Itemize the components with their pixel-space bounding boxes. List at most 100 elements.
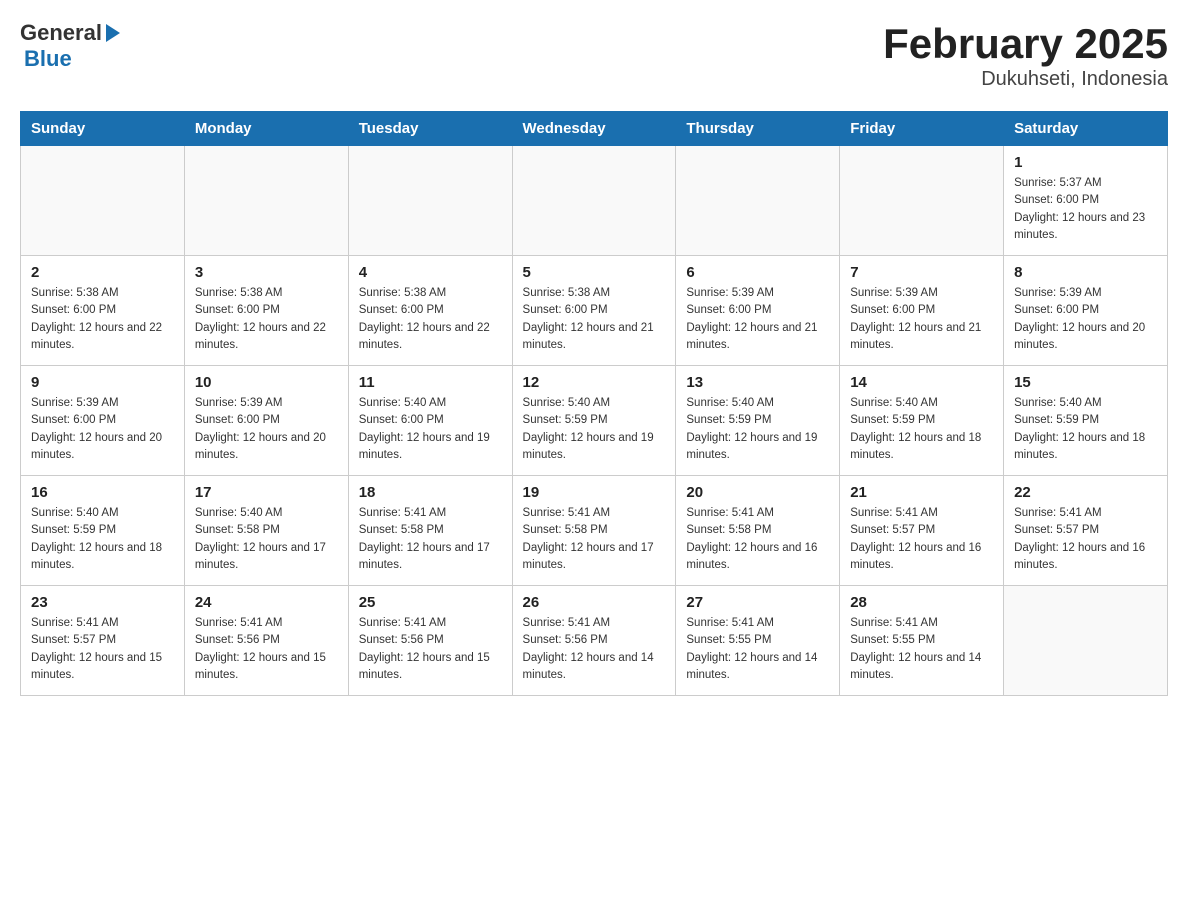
calendar-cell bbox=[676, 146, 840, 256]
day-info: Sunrise: 5:39 AMSunset: 6:00 PMDaylight:… bbox=[686, 285, 829, 354]
calendar-cell: 1 Sunrise: 5:37 AMSunset: 6:00 PMDaylight… bbox=[1004, 146, 1168, 256]
day-info: Sunrise: 5:40 AMSunset: 5:59 PMDaylight:… bbox=[523, 395, 666, 464]
day-info: Sunrise: 5:41 AMSunset: 5:55 PMDaylight:… bbox=[686, 615, 829, 684]
day-info: Sunrise: 5:41 AMSunset: 5:57 PMDaylight:… bbox=[1014, 505, 1157, 574]
day-number: 4 bbox=[359, 264, 502, 281]
day-info: Sunrise: 5:40 AMSunset: 5:58 PMDaylight:… bbox=[195, 505, 338, 574]
calendar-week-row: 9 Sunrise: 5:39 AMSunset: 6:00 PMDaylight… bbox=[21, 366, 1168, 476]
day-number: 21 bbox=[850, 484, 993, 501]
day-number: 1 bbox=[1014, 154, 1157, 171]
day-number: 2 bbox=[31, 264, 174, 281]
day-info: Sunrise: 5:41 AMSunset: 5:56 PMDaylight:… bbox=[523, 615, 666, 684]
calendar-cell: 13 Sunrise: 5:40 AMSunset: 5:59 PMDayligh… bbox=[676, 366, 840, 476]
day-info: Sunrise: 5:39 AMSunset: 6:00 PMDaylight:… bbox=[1014, 285, 1157, 354]
calendar-cell: 17 Sunrise: 5:40 AMSunset: 5:58 PMDayligh… bbox=[184, 476, 348, 586]
logo-general: General bbox=[20, 20, 102, 46]
calendar-cell: 8 Sunrise: 5:39 AMSunset: 6:00 PMDaylight… bbox=[1004, 256, 1168, 366]
calendar-week-row: 1 Sunrise: 5:37 AMSunset: 6:00 PMDaylight… bbox=[21, 146, 1168, 256]
day-info: Sunrise: 5:37 AMSunset: 6:00 PMDaylight:… bbox=[1014, 175, 1157, 244]
day-info: Sunrise: 5:41 AMSunset: 5:57 PMDaylight:… bbox=[31, 615, 174, 684]
calendar-cell: 23Sunrise: 5:41 AMSunset: 5:57 PMDayligh… bbox=[21, 586, 185, 696]
day-number: 11 bbox=[359, 374, 502, 391]
calendar-cell: 15 Sunrise: 5:40 AMSunset: 5:59 PMDayligh… bbox=[1004, 366, 1168, 476]
calendar-cell: 2Sunrise: 5:38 AMSunset: 6:00 PMDaylight… bbox=[21, 256, 185, 366]
day-info: Sunrise: 5:40 AMSunset: 5:59 PMDaylight:… bbox=[850, 395, 993, 464]
col-monday: Monday bbox=[184, 112, 348, 146]
logo-blue-text: Blue bbox=[24, 46, 72, 72]
title-section: February 2025 Dukuhseti, Indonesia bbox=[883, 20, 1168, 91]
calendar-cell: 26 Sunrise: 5:41 AMSunset: 5:56 PMDayligh… bbox=[512, 586, 676, 696]
calendar-cell: 7 Sunrise: 5:39 AMSunset: 6:00 PMDaylight… bbox=[840, 256, 1004, 366]
day-info: Sunrise: 5:41 AMSunset: 5:55 PMDaylight:… bbox=[850, 615, 993, 684]
day-info: Sunrise: 5:38 AMSunset: 6:00 PMDaylight:… bbox=[195, 285, 338, 354]
calendar-cell bbox=[348, 146, 512, 256]
day-number: 7 bbox=[850, 264, 993, 281]
day-info: Sunrise: 5:40 AMSunset: 5:59 PMDaylight:… bbox=[31, 505, 174, 574]
calendar-cell: 24 Sunrise: 5:41 AMSunset: 5:56 PMDayligh… bbox=[184, 586, 348, 696]
calendar-cell bbox=[512, 146, 676, 256]
calendar-week-row: 2 Sunrise: 5:38 AMSunset: 6:00 PMDaylight… bbox=[21, 256, 1168, 366]
day-number: 15 bbox=[1014, 374, 1157, 391]
day-number: 8 bbox=[1014, 264, 1157, 281]
calendar-cell: 6Sunrise: 5:39 AMSunset: 6:00 PMDaylight… bbox=[676, 256, 840, 366]
day-info: Sunrise: 5:40 AMSunset: 5:59 PMDaylight:… bbox=[1014, 395, 1157, 464]
calendar-cell: 5 Sunrise: 5:38 AMSunset: 6:00 PMDaylight… bbox=[512, 256, 676, 366]
calendar-table: Sunday Monday Tuesday Wednesday Thursday… bbox=[20, 111, 1168, 696]
day-number: 14 bbox=[850, 374, 993, 391]
day-info: Sunrise: 5:41 AMSunset: 5:58 PMDaylight:… bbox=[686, 505, 829, 574]
day-number: 20 bbox=[686, 484, 829, 501]
day-info: Sunrise: 5:40 AMSunset: 5:59 PMDaylight:… bbox=[686, 395, 829, 464]
calendar-cell: 20 Sunrise: 5:41 AMSunset: 5:58 PMDayligh… bbox=[676, 476, 840, 586]
calendar-cell: 21Sunrise: 5:41 AMSunset: 5:57 PMDayligh… bbox=[840, 476, 1004, 586]
calendar-cell: 25 Sunrise: 5:41 AMSunset: 5:56 PMDayligh… bbox=[348, 586, 512, 696]
day-info: Sunrise: 5:41 AMSunset: 5:56 PMDaylight:… bbox=[359, 615, 502, 684]
page-header: General Blue February 2025 Dukuhseti, In… bbox=[20, 20, 1168, 91]
calendar-cell: 27 Sunrise: 5:41 AMSunset: 5:55 PMDayligh… bbox=[676, 586, 840, 696]
calendar-week-row: 16 Sunrise: 5:40 AMSunset: 5:59 PMDayligh… bbox=[21, 476, 1168, 586]
day-info: Sunrise: 5:38 AMSunset: 6:00 PMDaylight:… bbox=[523, 285, 666, 354]
calendar-cell: 18 Sunrise: 5:41 AMSunset: 5:58 PMDayligh… bbox=[348, 476, 512, 586]
calendar-cell: 3 Sunrise: 5:38 AMSunset: 6:00 PMDaylight… bbox=[184, 256, 348, 366]
col-wednesday: Wednesday bbox=[512, 112, 676, 146]
calendar-header-row: Sunday Monday Tuesday Wednesday Thursday… bbox=[21, 112, 1168, 146]
day-info: Sunrise: 5:39 AMSunset: 6:00 PMDaylight:… bbox=[850, 285, 993, 354]
day-number: 24 bbox=[195, 594, 338, 611]
day-info: Sunrise: 5:41 AMSunset: 5:58 PMDaylight:… bbox=[359, 505, 502, 574]
day-number: 12 bbox=[523, 374, 666, 391]
day-number: 25 bbox=[359, 594, 502, 611]
calendar-cell bbox=[840, 146, 1004, 256]
day-number: 9 bbox=[31, 374, 174, 391]
calendar-cell: 10Sunrise: 5:39 AMSunset: 6:00 PMDayligh… bbox=[184, 366, 348, 476]
calendar-cell bbox=[184, 146, 348, 256]
day-info: Sunrise: 5:41 AMSunset: 5:58 PMDaylight:… bbox=[523, 505, 666, 574]
day-number: 3 bbox=[195, 264, 338, 281]
day-info: Sunrise: 5:41 AMSunset: 5:56 PMDaylight:… bbox=[195, 615, 338, 684]
day-number: 13 bbox=[686, 374, 829, 391]
col-friday: Friday bbox=[840, 112, 1004, 146]
calendar-cell: 22 Sunrise: 5:41 AMSunset: 5:57 PMDayligh… bbox=[1004, 476, 1168, 586]
day-info: Sunrise: 5:40 AMSunset: 6:00 PMDaylight:… bbox=[359, 395, 502, 464]
calendar-cell bbox=[1004, 586, 1168, 696]
day-number: 19 bbox=[523, 484, 666, 501]
calendar-cell: 28 Sunrise: 5:41 AMSunset: 5:55 PMDayligh… bbox=[840, 586, 1004, 696]
calendar-cell: 14 Sunrise: 5:40 AMSunset: 5:59 PMDayligh… bbox=[840, 366, 1004, 476]
day-number: 22 bbox=[1014, 484, 1157, 501]
day-number: 18 bbox=[359, 484, 502, 501]
col-sunday: Sunday bbox=[21, 112, 185, 146]
col-thursday: Thursday bbox=[676, 112, 840, 146]
calendar-cell: 16 Sunrise: 5:40 AMSunset: 5:59 PMDayligh… bbox=[21, 476, 185, 586]
day-number: 5 bbox=[523, 264, 666, 281]
calendar-cell: 19 Sunrise: 5:41 AMSunset: 5:58 PMDayligh… bbox=[512, 476, 676, 586]
logo: General Blue bbox=[20, 20, 124, 72]
calendar-cell bbox=[21, 146, 185, 256]
day-number: 17 bbox=[195, 484, 338, 501]
page-subtitle: Dukuhseti, Indonesia bbox=[883, 68, 1168, 91]
col-tuesday: Tuesday bbox=[348, 112, 512, 146]
day-number: 27 bbox=[686, 594, 829, 611]
day-number: 16 bbox=[31, 484, 174, 501]
day-number: 28 bbox=[850, 594, 993, 611]
calendar-cell: 12 Sunrise: 5:40 AMSunset: 5:59 PMDayligh… bbox=[512, 366, 676, 476]
day-info: Sunrise: 5:39 AMSunset: 6:00 PMDaylight:… bbox=[195, 395, 338, 464]
day-number: 26 bbox=[523, 594, 666, 611]
logo-arrow-icon bbox=[102, 22, 124, 44]
